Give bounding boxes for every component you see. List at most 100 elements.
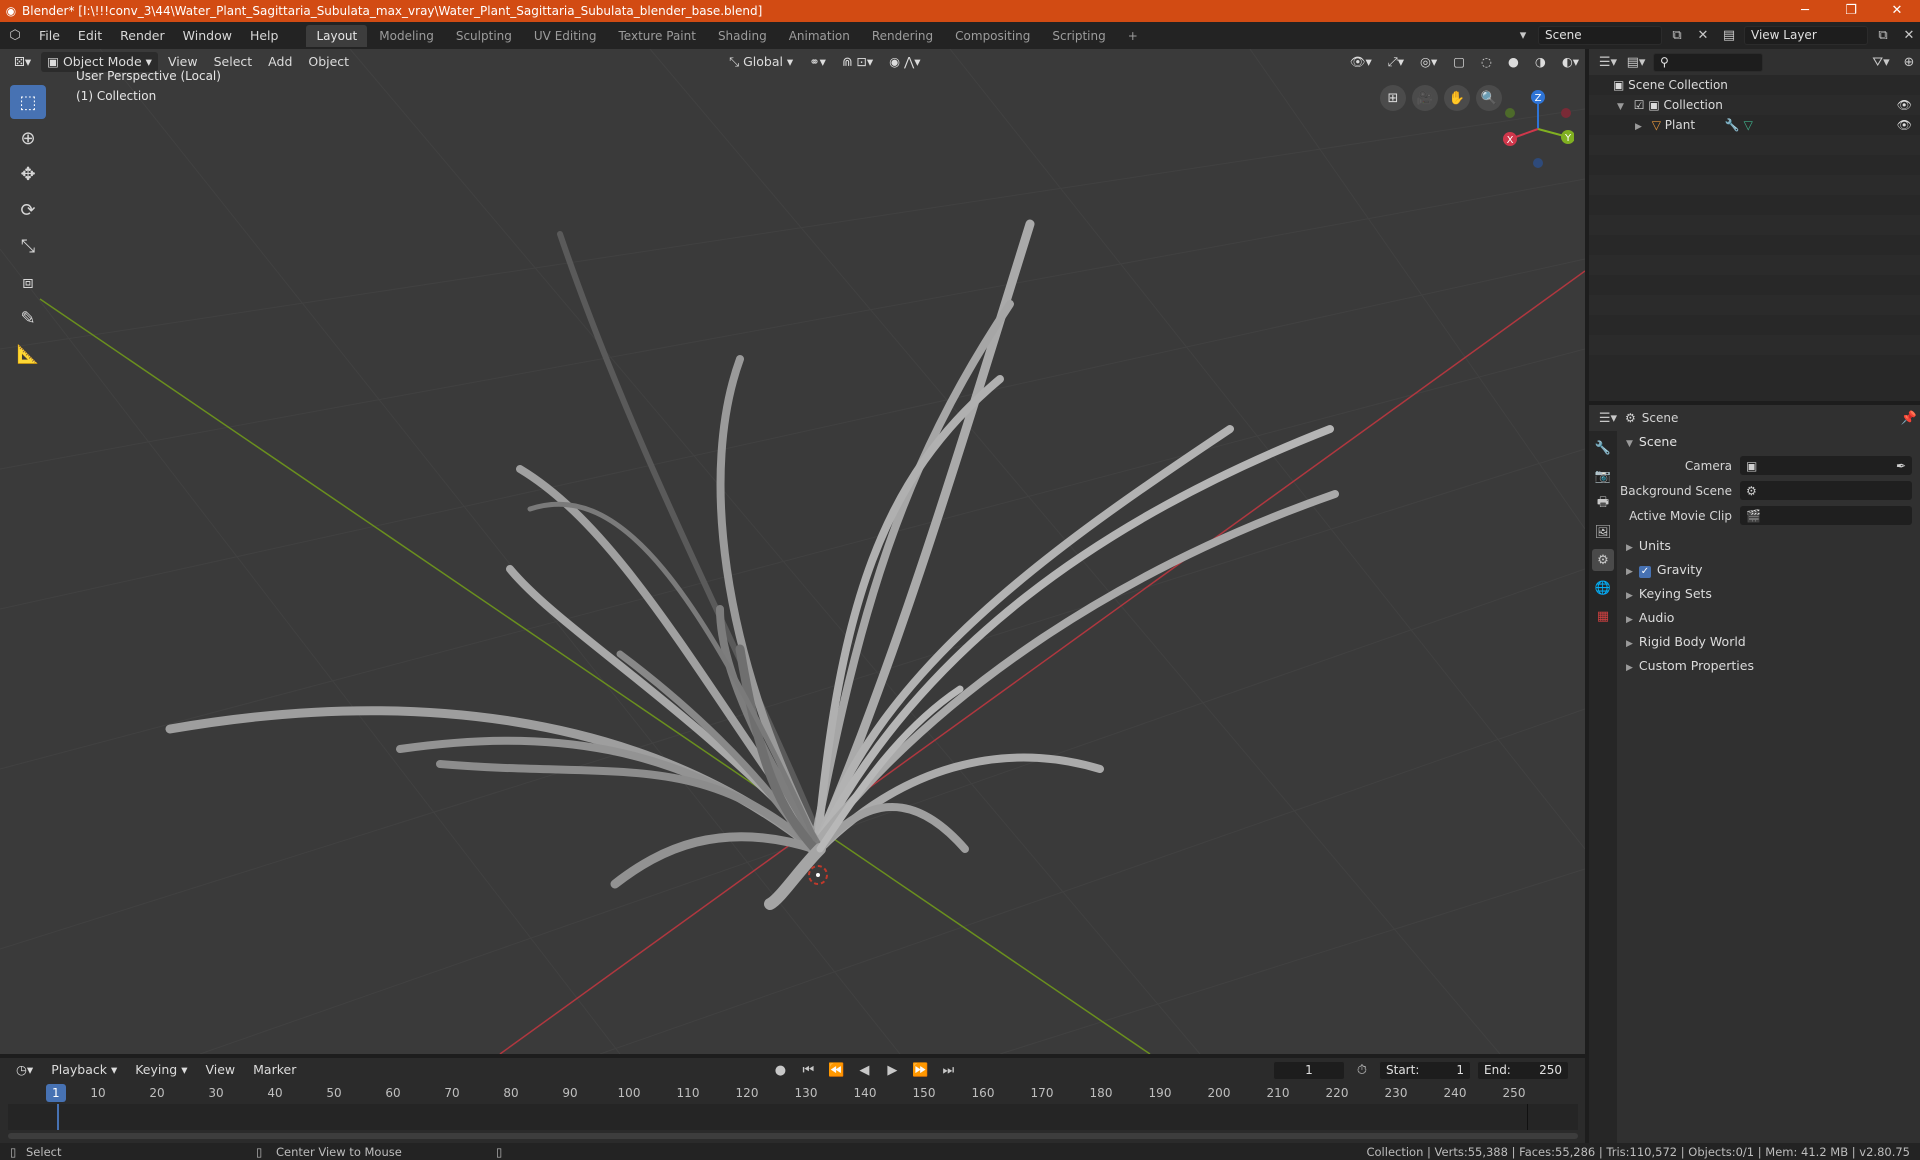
audio-panel[interactable]: ▶ Audio [1620,606,1920,630]
menu-help[interactable]: Help [241,22,288,49]
tab-modeling[interactable]: Modeling [369,25,444,47]
view-layer-browse-icon[interactable]: ▤ [1718,26,1740,46]
display-mode-icon[interactable]: ▤▾ [1625,52,1647,72]
gizmo-toggle-icon[interactable]: ⤢▾ [1382,52,1410,72]
background-scene-field[interactable]: ⚙ [1740,481,1912,500]
record-icon[interactable]: ● [769,1060,791,1080]
menu-window[interactable]: Window [174,22,241,49]
current-frame-indicator[interactable]: 1 [46,1084,66,1102]
scene-panel-header[interactable]: ▼ Scene [1620,431,1920,453]
active-movie-clip-field[interactable]: 🎬 [1740,506,1912,525]
tab-rendering[interactable]: Rendering [862,25,943,47]
add-workspace-button[interactable]: + [1118,25,1148,47]
rotate-tool-icon[interactable]: ⟳ [10,193,46,227]
menu-edit[interactable]: Edit [69,22,111,49]
annotate-tool-icon[interactable]: ✎ [10,301,46,335]
proportional-edit-icon[interactable]: ◉ ⋀▾ [883,52,926,72]
snap-icon[interactable]: ⋒ ⊡▾ [836,52,879,72]
view-layer-tab-icon[interactable]: 🖼 [1592,521,1614,543]
plant-visibility-eye-icon[interactable]: 👁 [1897,115,1912,135]
collection-visibility-eye-icon[interactable]: 👁 [1897,95,1912,115]
render-tab-icon[interactable]: 📷 [1592,465,1614,487]
overlays-icon[interactable]: ◎▾ [1414,52,1443,72]
camera-view-icon[interactable]: 🎥 [1412,85,1438,111]
timeline-editor-type-icon[interactable]: ◷▾ [10,1060,39,1080]
play-reverse-icon[interactable]: ◀ [853,1060,875,1080]
measure-tool-icon[interactable]: 📐 [10,337,46,371]
keying-sets-panel[interactable]: ▶ Keying Sets [1620,582,1920,606]
tree-row-collection[interactable]: ▼ ☑ ▣ Collection 👁 [1589,95,1920,115]
scene-browse-icon[interactable]: ▾ [1512,26,1534,46]
delete-view-layer-icon[interactable]: ✕ [1898,26,1920,46]
tab-shading[interactable]: Shading [708,25,777,47]
jump-start-icon[interactable]: ⏮ [797,1060,819,1080]
xray-icon[interactable]: ▢ [1447,52,1471,72]
gravity-checkbox[interactable]: ✓ [1638,566,1651,578]
visibility-icon[interactable]: 👁▾ [1344,52,1378,72]
grid-view-icon[interactable]: ⊞ [1380,85,1406,111]
tab-layout[interactable]: Layout [306,24,368,47]
start-frame-field[interactable]: Start: 1 [1379,1060,1471,1080]
shading-material-icon[interactable]: ◑ [1529,52,1552,72]
move-tool-icon[interactable]: ✥ [10,157,46,191]
gravity-panel[interactable]: ▶ ✓ Gravity [1620,558,1920,582]
stopwatch-icon[interactable]: ⏱ [1351,1060,1373,1080]
pin-icon[interactable]: 📌 [1898,408,1920,428]
custom-properties-panel[interactable]: ▶ Custom Properties [1620,654,1920,678]
transform-tool-icon[interactable]: ⧈ [10,265,46,299]
restore-button[interactable]: ❐ [1828,0,1874,22]
texture-tab-icon[interactable]: ▦ [1592,605,1614,627]
tab-scripting[interactable]: Scripting [1042,25,1115,47]
shading-wireframe-icon[interactable]: ◌ [1475,52,1498,72]
menu-playback[interactable]: Playback ▾ [45,1060,123,1080]
orientation-selector[interactable]: ⤡ Global ▾ [723,52,799,72]
next-keyframe-icon[interactable]: ⏩ [909,1060,931,1080]
menu-file[interactable]: File [30,22,69,49]
tree-row-scene-collection[interactable]: ▣ Scene Collection [1589,75,1920,95]
tool-settings-tab-icon[interactable]: 🔧 [1592,437,1614,459]
filter-icon[interactable]: ⛛▾ [1870,52,1892,72]
zoom-icon[interactable]: 🔍 [1476,85,1502,111]
menu-timeline-view[interactable]: View [199,1060,241,1080]
menu-marker[interactable]: Marker [247,1060,302,1080]
properties-editor-type-icon[interactable]: ☰▾ [1597,408,1619,428]
units-panel[interactable]: ▶ Units [1620,534,1920,558]
rigid-body-world-panel[interactable]: ▶ Rigid Body World [1620,630,1920,654]
menu-keying[interactable]: Keying ▾ [129,1060,193,1080]
jump-end-icon[interactable]: ⏭ [937,1060,959,1080]
tab-sculpting[interactable]: Sculpting [446,25,522,47]
new-scene-icon[interactable]: ⧉ [1666,26,1688,46]
shading-rendered-icon[interactable]: ◐▾ [1556,52,1585,72]
play-icon[interactable]: ▶ [881,1060,903,1080]
scene-field[interactable]: Scene [1538,26,1662,45]
select-box-tool-icon[interactable]: ⬚ [10,85,46,119]
camera-field[interactable]: ▣ ✒ [1740,456,1912,475]
tab-animation[interactable]: Animation [779,25,860,47]
keyframe-track[interactable] [8,1104,1578,1130]
editor-type-icon[interactable]: ⚄▾ [8,52,37,72]
expand-plant-icon[interactable]: ▶ [1635,122,1642,132]
minimize-button[interactable]: ─ [1782,0,1828,22]
world-tab-icon[interactable]: 🌐 [1592,577,1614,599]
close-button[interactable]: ✕ [1874,0,1920,22]
shading-solid-icon[interactable]: ● [1502,52,1525,72]
menu-object[interactable]: Object [302,52,355,72]
tab-compositing[interactable]: Compositing [945,25,1040,47]
new-view-layer-icon[interactable]: ⧉ [1872,26,1894,46]
outliner-editor-type-icon[interactable]: ☰▾ [1597,52,1619,72]
outliner-search-input[interactable]: ⚲ [1653,52,1763,72]
eyedropper-icon[interactable]: ✒ [1896,459,1906,473]
expand-collection-icon[interactable]: ▼ [1617,102,1624,112]
output-tab-icon[interactable]: 🖶 [1592,493,1614,515]
blender-menu-icon[interactable]: ⬡ [0,26,30,46]
tree-row-plant[interactable]: ▶ ▽ Plant 🔧 ▽ 👁 [1589,115,1920,135]
scale-tool-icon[interactable]: ⤡ [10,229,46,263]
new-collection-icon[interactable]: ⊕ [1898,52,1920,72]
pivot-icon[interactable]: ⚭▾ [803,52,832,72]
timeline-scrollbar[interactable] [8,1133,1578,1139]
navigation-gizmo[interactable]: Z Y X [1502,89,1574,169]
tab-texture-paint[interactable]: Texture Paint [609,25,706,47]
view-layer-field[interactable]: View Layer [1744,26,1868,45]
collection-checkbox-icon[interactable]: ☑ [1634,98,1649,112]
current-frame-field[interactable]: 1 [1273,1060,1345,1080]
